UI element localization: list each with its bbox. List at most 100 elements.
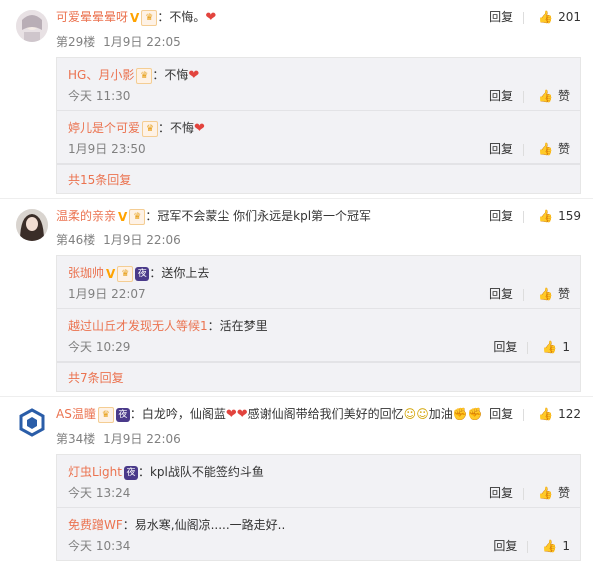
- reply-button[interactable]: 回复: [489, 484, 513, 501]
- reply-button[interactable]: 回复: [493, 338, 517, 355]
- comment-text: 感谢仙阁带给我们美好的回忆: [247, 407, 404, 421]
- like-button[interactable]: 👍 赞: [538, 484, 570, 501]
- reply-line: 免费蹭WF：易水寒,仙阁凉.....一路走好..: [68, 516, 285, 534]
- reply-actions: 回复 👍 赞: [475, 87, 570, 104]
- reply-button[interactable]: 回复: [493, 537, 517, 554]
- username-link[interactable]: 张珈帅: [68, 266, 104, 280]
- like-button[interactable]: 👍 赞: [538, 140, 570, 157]
- like-count: 赞: [557, 486, 570, 500]
- like-button[interactable]: 👍 1: [542, 539, 570, 553]
- floor-number: 第34楼: [56, 432, 96, 446]
- vip-v-icon: V: [130, 10, 140, 25]
- username-link[interactable]: HG、月小影: [68, 68, 134, 82]
- reply-item: 婷儿是个可爱 ♛ ：不悔❤ 1月9日 23:50 回复 👍 赞: [57, 111, 580, 164]
- like-button[interactable]: 👍 159: [538, 206, 581, 226]
- divider: [522, 90, 524, 103]
- like-button[interactable]: 👍 1: [542, 340, 570, 354]
- reply-text: ：送你上去: [149, 266, 210, 280]
- crown-badge-icon: ♛: [136, 67, 153, 84]
- avatar[interactable]: [16, 209, 48, 241]
- reply-list: HG、月小影 ♛ ：不悔❤ 今天 11:30 回复 👍 赞 婷儿是个可爱 ♛ ：不悔❤ 1月…: [56, 57, 581, 194]
- crown-badge-icon: ♛: [129, 208, 146, 225]
- like-count: 1: [562, 539, 570, 553]
- crown-badge-icon: ♛: [142, 120, 159, 137]
- comment-actions: 回复 👍 201: [475, 7, 581, 27]
- sun-emoji-icon: ☺: [403, 407, 417, 421]
- reply-time: 今天 10:34: [68, 539, 131, 553]
- comment-time: 1月9日 22:06: [103, 432, 181, 446]
- reply-button[interactable]: 回复: [489, 87, 513, 104]
- like-button[interactable]: 👍 201: [538, 7, 581, 27]
- reply-actions: 回复 👍 赞: [475, 285, 570, 302]
- more-replies-link[interactable]: 共15条回复: [57, 164, 580, 193]
- reply-text: ：易水寒,仙阁凉.....一路走好..: [122, 518, 286, 532]
- divider: [527, 341, 529, 354]
- reply-item: 灯虫Light 夜：kpl战队不能签约斗鱼 今天 13:24 回复 👍 赞: [57, 455, 580, 508]
- reply-actions: 回复 👍 1: [479, 537, 570, 554]
- more-replies-label[interactable]: 共7条回复: [68, 369, 124, 386]
- username-link[interactable]: 免费蹭WF: [68, 518, 123, 532]
- divider: [527, 540, 529, 553]
- thumbs-up-icon: 👍: [542, 340, 558, 354]
- like-count: 159: [558, 209, 581, 223]
- divider: [523, 210, 525, 223]
- username-link[interactable]: AS温瞳: [56, 407, 96, 421]
- username-link[interactable]: 温柔的亲亲: [56, 209, 116, 223]
- like-count: 1: [562, 340, 570, 354]
- more-replies-link[interactable]: 共7条回复: [57, 362, 580, 391]
- reply-time: 今天 13:24: [68, 486, 131, 500]
- comment-meta: 第29楼 1月9日 22:05 回复 👍 201: [56, 10, 581, 52]
- more-replies-label[interactable]: 共15条回复: [68, 171, 131, 188]
- like-count: 201: [558, 10, 581, 24]
- username-link[interactable]: 越过山丘才发现无人等候1: [68, 319, 208, 333]
- divider: [523, 11, 525, 24]
- like-count: 122: [558, 407, 581, 421]
- reply-actions: 回复 👍 赞: [475, 484, 570, 501]
- night-badge-icon: 夜: [135, 266, 150, 281]
- crown-badge-icon: ♛: [141, 9, 158, 26]
- heart-emoji-icon: ❤: [225, 407, 237, 422]
- vip-v-icon: V: [118, 209, 128, 224]
- reply-button[interactable]: 回复: [489, 404, 513, 424]
- reply-time: 今天 10:29: [68, 340, 131, 354]
- reply-button[interactable]: 回复: [489, 140, 513, 157]
- reply-button[interactable]: 回复: [489, 285, 513, 302]
- like-button[interactable]: 👍 赞: [538, 87, 570, 104]
- reply-item: 张珈帅 V ♛ 夜：送你上去 1月9日 22:07 回复 👍 赞: [57, 256, 580, 309]
- reply-list: 灯虫Light 夜：kpl战队不能签约斗鱼 今天 13:24 回复 👍 赞 免费蹭WF…: [56, 454, 581, 561]
- heart-emoji-icon: ❤: [236, 407, 248, 422]
- thumbs-up-icon: 👍: [537, 486, 553, 500]
- night-badge-icon: 夜: [115, 407, 130, 422]
- thumbs-up-icon: 👍: [537, 89, 553, 103]
- comment-text: ：不悔。: [157, 10, 206, 24]
- avatar[interactable]: [16, 10, 48, 42]
- like-button[interactable]: 👍 赞: [538, 285, 570, 302]
- like-count: 赞: [557, 89, 570, 103]
- comment-text: ：冠军不会蒙尘 你们永远是kpl第一个冠军: [145, 209, 372, 223]
- comment-meta: 第34楼 1月9日 22:06 回复 👍 122: [56, 407, 581, 449]
- comment-actions: 回复 👍 159: [475, 206, 581, 226]
- username-link[interactable]: 灯虫Light: [68, 465, 122, 479]
- heart-emoji-icon: ❤: [205, 10, 217, 25]
- comment-item: 温柔的亲亲 V ♛ ：冠军不会蒙尘 你们永远是kpl第一个冠军 第46楼 1月9日 2…: [0, 199, 593, 397]
- thumbs-up-icon: 👍: [542, 539, 558, 553]
- floor-number: 第29楼: [56, 35, 96, 49]
- avatar[interactable]: [16, 407, 48, 439]
- username-link[interactable]: 婷儿是个可爱: [68, 121, 140, 135]
- divider: [522, 143, 524, 156]
- thumbs-up-icon: 👍: [538, 10, 554, 24]
- like-count: 赞: [557, 142, 570, 156]
- like-count: 赞: [557, 287, 570, 301]
- divider: [522, 487, 524, 500]
- thumbs-up-icon: 👍: [537, 287, 553, 301]
- comment-actions: 回复 👍 122: [475, 404, 581, 424]
- reply-text: ：不悔: [152, 68, 189, 82]
- divider: [523, 408, 525, 421]
- username-link[interactable]: 可爱晕晕晕呀: [56, 10, 128, 24]
- reply-button[interactable]: 回复: [489, 7, 513, 27]
- reply-button[interactable]: 回复: [489, 206, 513, 226]
- thumbs-up-icon: 👍: [537, 142, 553, 156]
- like-button[interactable]: 👍 122: [538, 404, 581, 424]
- thumbs-up-icon: 👍: [538, 407, 554, 421]
- reply-line: 婷儿是个可爱 ♛ ：不悔❤: [68, 119, 205, 138]
